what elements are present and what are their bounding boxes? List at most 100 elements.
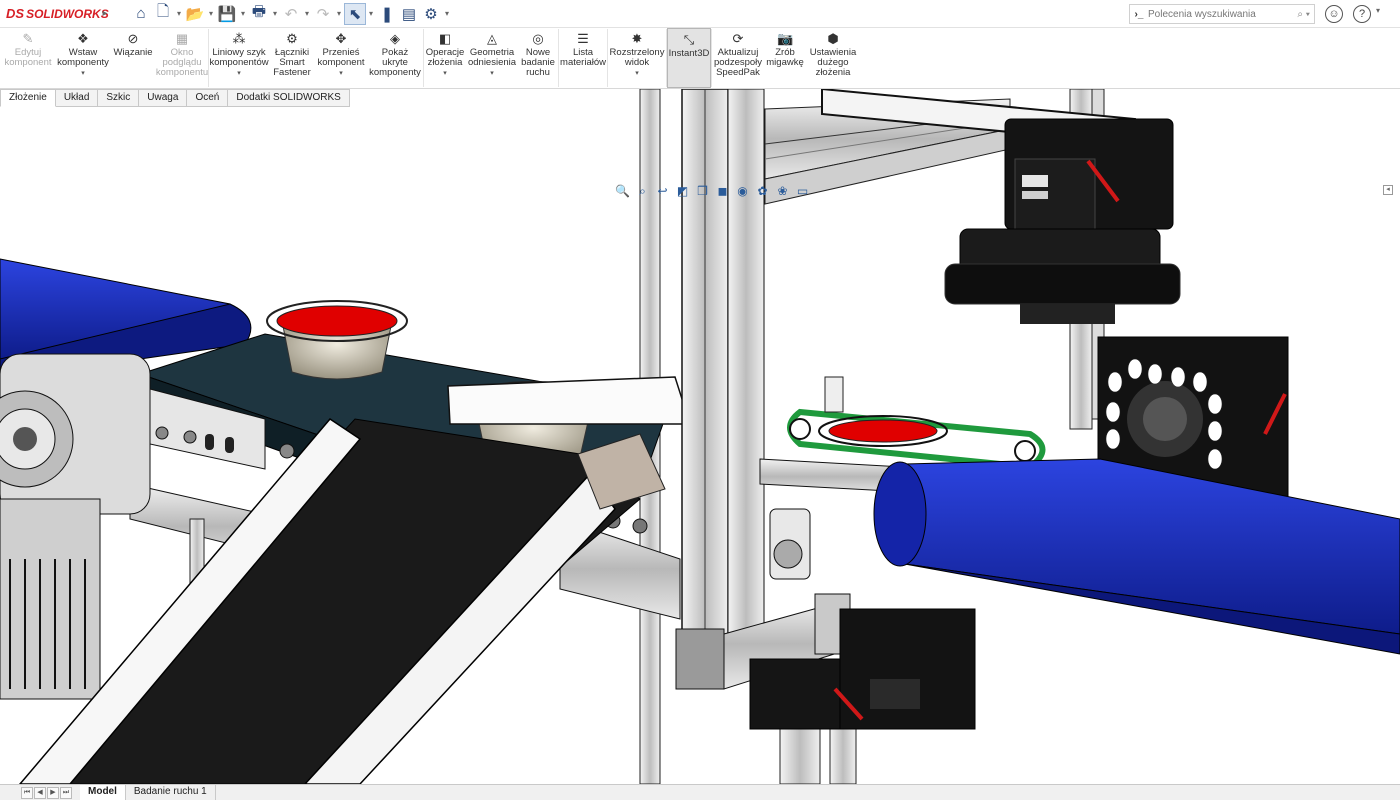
ribbon-label: Liniowy szyk komponentów	[209, 47, 269, 68]
search-input[interactable]: Polecenia wyszukiwania	[1148, 9, 1256, 20]
previous-tab-icon[interactable]: ◀	[34, 786, 46, 799]
tab-5[interactable]: Dodatki SOLIDWORKS	[228, 89, 350, 107]
ribbon-exploded-view-button[interactable]: ✸ Rozstrzelony widok ▾	[608, 28, 666, 88]
previous-view-icon[interactable]: ↩	[654, 183, 671, 199]
ribbon-smart-fasteners-button[interactable]: ⚙ Łączniki Smart Fastener	[269, 28, 315, 88]
select-dropdown-icon[interactable]: ▾	[366, 9, 376, 18]
undo-dropdown-icon[interactable]: ▾	[302, 9, 312, 18]
new-document-dropdown-icon[interactable]: ▾	[174, 9, 184, 18]
ribbon-preview-window-button[interactable]: ▦ Okno podglądu komponentu	[156, 28, 208, 88]
ribbon-dropdown-icon[interactable]: ▾	[490, 69, 494, 79]
bom-icon: ☰	[577, 31, 589, 46]
ribbon-instant3d-button[interactable]: ⤡ Instant3D	[667, 28, 711, 88]
tab-3[interactable]: Uwaga	[139, 89, 188, 107]
help-dropdown-icon[interactable]: ▾	[1376, 6, 1380, 15]
redo-icon[interactable]: ↷	[312, 3, 334, 25]
home-icon[interactable]: ⌂	[130, 3, 152, 25]
ribbon-move-component-button[interactable]: ✥ Przenieś komponent ▾	[315, 28, 367, 88]
scene-icon[interactable]: ❀	[774, 183, 791, 199]
bottom-tab-0[interactable]: Model	[80, 785, 126, 800]
rebuild-icon[interactable]: ❚	[376, 3, 398, 25]
motion-study-icon: ◎	[532, 31, 544, 46]
save-dropdown-icon[interactable]: ▾	[238, 9, 248, 18]
show-hidden-icon: ◈	[390, 31, 400, 46]
appearance-icon[interactable]: ✿	[754, 183, 771, 199]
tab-4[interactable]: Oceń	[187, 89, 229, 107]
open-icon[interactable]: 📂	[184, 3, 206, 25]
exploded-view-icon: ✸	[631, 31, 643, 46]
edit-component-icon: ✎	[22, 31, 34, 46]
quick-access-toolbar: ⌂ 🗋 ▾ 📂 ▾ 💾 ▾ 🖶 ▾ ↶ ▾ ↷ ▾ ⬉ ▾ ❚ ▤ ⚙ ▾	[130, 2, 452, 25]
ribbon-label: Przenieś komponent	[317, 47, 365, 68]
ribbon-dropdown-icon[interactable]: ▾	[635, 69, 639, 79]
open-dropdown-icon[interactable]: ▾	[206, 9, 216, 18]
view-settings-icon[interactable]: ▭	[794, 183, 811, 199]
print-icon[interactable]: 🖶	[248, 3, 270, 25]
ribbon-label: Nowe badanie ruchu	[521, 47, 555, 78]
ribbon-dropdown-icon[interactable]: ▾	[339, 69, 343, 79]
last-tab-icon[interactable]: ⏭	[60, 786, 72, 799]
ribbon-label: Wiązanie	[113, 47, 153, 58]
user-account-icon[interactable]: ☺	[1325, 5, 1343, 23]
ribbon-label: Wstaw komponenty	[57, 47, 109, 68]
zoom-to-fit-icon[interactable]: 🔍	[614, 183, 631, 199]
ribbon-speedpak-button[interactable]: ⟳ Aktualizuj podzespoły SpeedPak	[712, 28, 764, 88]
move-component-icon: ✥	[335, 31, 347, 46]
view-orientation-icon[interactable]: ❒	[694, 183, 711, 199]
solidworks-window: DS SOLIDWORKS ▸ ⌂ 🗋 ▾ 📂 ▾ 💾 ▾ 🖶 ▾ ↶ ▾ ↷ ▾ ⬉ ▾ ❚ ▤ ⚙ ▾ ›_ P…	[0, 0, 1400, 800]
left-gear-motor[interactable]	[0, 353, 151, 700]
ribbon-large-assembly-button[interactable]: ⬢ Ustawienia dużego złożenia	[806, 28, 860, 88]
insert-components-icon: ❖	[77, 31, 89, 46]
save-icon[interactable]: 💾	[216, 3, 238, 25]
ribbon-assembly-features-button[interactable]: ◧ Operacje złożenia ▾	[424, 28, 466, 88]
ribbon-label: Instant3D	[668, 48, 710, 59]
print-dropdown-icon[interactable]: ▾	[270, 9, 280, 18]
undo-icon[interactable]: ↶	[280, 3, 302, 25]
ribbon-edit-component-button[interactable]: ✎ Edytuj komponent	[0, 28, 56, 88]
select-icon[interactable]: ⬉	[344, 2, 366, 25]
ribbon-motion-study-button[interactable]: ◎ Nowe badanie ruchu	[518, 28, 558, 88]
assembly-features-icon: ◧	[438, 31, 452, 46]
command-manager-tabs: Złożenie Układ Szkic Uwaga Oceń Dodatki SOLID…	[0, 89, 350, 107]
bottom-tab-1[interactable]: Badanie ruchu 1	[126, 785, 216, 800]
hide-show-icon[interactable]: ◉	[734, 183, 751, 199]
command-manager-ribbon: ✎ Edytuj komponent ❖ Wstaw komponenty ▾ ⊘ Wiąz…	[0, 28, 1400, 89]
search-icon[interactable]: ⌕ ▾	[1297, 9, 1310, 20]
ribbon-dropdown-icon[interactable]: ▾	[443, 69, 447, 79]
ribbon-label: Łączniki Smart Fastener	[273, 47, 311, 78]
ribbon-dropdown-icon[interactable]: ▾	[237, 69, 241, 79]
ds-logo-mark: DS	[6, 6, 25, 21]
first-tab-icon[interactable]: ⏮	[21, 786, 33, 799]
redo-dropdown-icon[interactable]: ▾	[334, 9, 344, 18]
ribbon-linear-pattern-button[interactable]: ⁂ Liniowy szyk komponentów ▾	[209, 28, 269, 88]
ribbon-bom-button[interactable]: ☰ Lista materiałów	[559, 28, 607, 88]
help-icon[interactable]: ?	[1353, 5, 1371, 23]
command-prompt-icon: ›_	[1134, 8, 1144, 20]
ribbon-reference-geometry-button[interactable]: ◬ Geometria odniesienia ▾	[466, 28, 518, 88]
new-document-icon[interactable]: 🗋	[152, 3, 174, 25]
tab-2[interactable]: Szkic	[98, 89, 140, 107]
solidworks-logo: DS SOLIDWORKS	[0, 6, 109, 21]
tab-1[interactable]: Układ	[55, 89, 99, 107]
options-icon[interactable]: ⚙	[420, 3, 442, 25]
ribbon-label: Rozstrzelony widok	[609, 47, 665, 68]
search-box[interactable]: ›_ Polecenia wyszukiwania ⌕ ▾	[1129, 4, 1315, 24]
ribbon-dropdown-icon[interactable]: ▾	[81, 69, 85, 79]
speedpak-icon: ⟳	[732, 31, 744, 46]
next-tab-icon[interactable]: ▶	[47, 786, 59, 799]
section-view-icon[interactable]: ◩	[674, 183, 691, 199]
ribbon-show-hidden-button[interactable]: ◈ Pokaż ukryte komponenty	[367, 28, 423, 88]
ribbon-label: Zrób migawkę	[766, 47, 804, 68]
menu-expand-arrow-icon[interactable]: ▸	[98, 8, 112, 19]
ribbon-snapshot-button[interactable]: 📷 Zrób migawkę	[764, 28, 806, 88]
restore-pane-icon[interactable]: ◂	[1383, 185, 1393, 195]
display-style-icon[interactable]: ◼	[714, 183, 731, 199]
zoom-area-icon[interactable]: ⌕	[634, 183, 651, 199]
tab-0[interactable]: Złożenie	[0, 89, 56, 107]
options-dropdown-icon[interactable]: ▾	[442, 9, 452, 18]
file-properties-icon[interactable]: ▤	[398, 3, 420, 25]
ribbon-insert-components-button[interactable]: ❖ Wstaw komponenty ▾	[56, 28, 110, 88]
graphics-area[interactable]: 🔍 ⌕ ↩ ◩ ❒ ◼ ◉ ✿ ❀ ▭ ◂	[0, 89, 1400, 784]
ribbon-mate-button[interactable]: ⊘ Wiązanie	[110, 28, 156, 88]
app-name: SOLIDWORKS	[26, 6, 109, 21]
